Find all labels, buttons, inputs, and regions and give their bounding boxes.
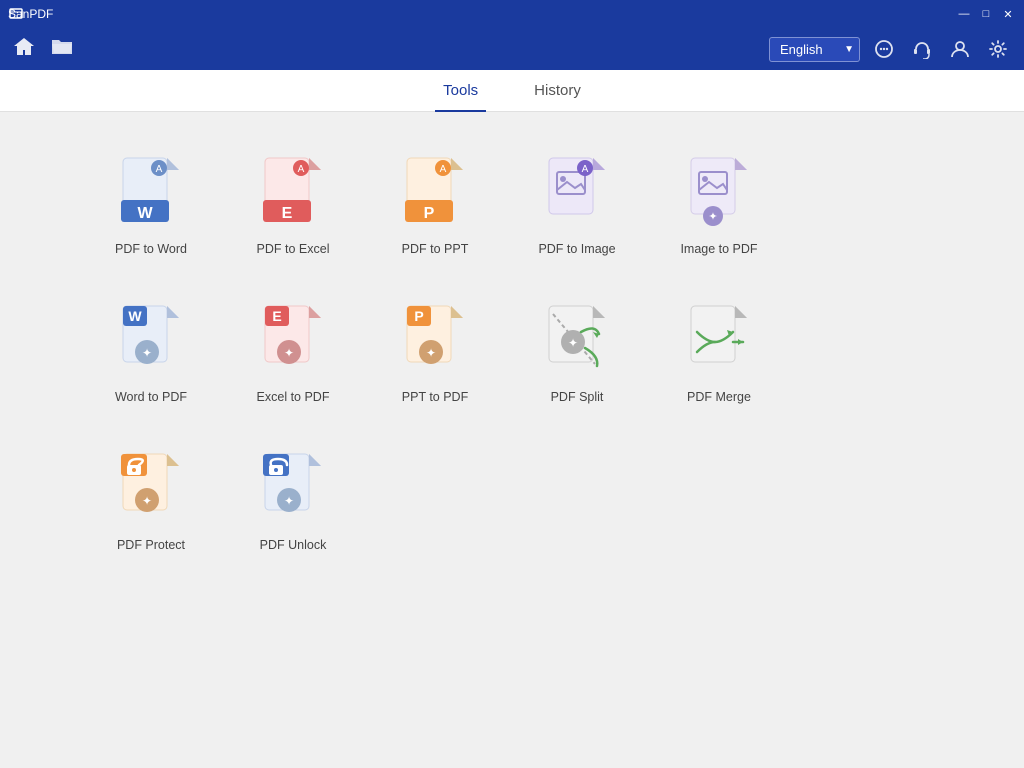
svg-text:A: A [582,164,589,175]
svg-text:W: W [128,308,142,324]
tool-image-to-pdf[interactable]: ✦ Image to PDF [648,142,790,270]
window-icon-btn[interactable] [8,6,24,22]
pdf-split-label: PDF Split [551,390,604,404]
pdf-merge-icon [687,304,751,380]
tool-pdf-to-ppt[interactable]: P A PDF to PPT [364,142,506,270]
settings-icon[interactable] [984,35,1012,63]
pdf-to-image-label: PDF to Image [538,242,615,256]
header-left [12,35,74,63]
language-select[interactable]: English Chinese Japanese Korean French G… [769,37,860,62]
tool-pdf-protect[interactable]: ✦ PDF Protect [80,438,222,566]
tool-ppt-to-pdf[interactable]: P ✦ PPT to PDF [364,290,506,418]
tools-row-3: ✦ PDF Protect [80,438,944,566]
home-icon[interactable] [12,35,36,63]
svg-text:W: W [137,205,153,222]
svg-text:✦: ✦ [426,346,436,360]
tool-excel-to-pdf[interactable]: E ✦ Excel to PDF [222,290,364,418]
svg-text:✦: ✦ [708,211,717,223]
svg-text:✦: ✦ [142,346,152,360]
svg-text:✦: ✦ [568,336,578,350]
pdf-protect-icon: ✦ [119,452,183,528]
excel-to-pdf-label: Excel to PDF [257,390,330,404]
window-controls: — □ ✕ [956,6,1016,22]
svg-text:A: A [298,164,305,175]
account-icon[interactable] [946,35,974,63]
svg-text:✦: ✦ [142,494,152,508]
tools-row-2: W ✦ Word to PDF E [80,290,944,418]
tool-pdf-to-image[interactable]: A PDF to Image [506,142,648,270]
close-button[interactable]: ✕ [1000,6,1016,22]
pdf-unlock-label: PDF Unlock [260,538,327,552]
open-folder-icon[interactable] [50,35,74,63]
pdf-to-word-label: PDF to Word [115,242,187,256]
ppt-to-pdf-icon: P ✦ [403,304,467,380]
tool-word-to-pdf[interactable]: W ✦ Word to PDF [80,290,222,418]
pdf-protect-label: PDF Protect [117,538,185,552]
ppt-to-pdf-label: PPT to PDF [402,390,468,404]
tools-row-1: W A PDF to Word E [80,142,944,270]
image-to-pdf-icon: ✦ [687,156,751,232]
pdf-to-ppt-icon: P A [403,156,467,232]
word-to-pdf-icon: W ✦ [119,304,183,380]
svg-text:A: A [156,164,163,175]
tool-pdf-to-excel[interactable]: E A PDF to Excel [222,142,364,270]
tool-pdf-merge[interactable]: PDF Merge [648,290,790,418]
chat-icon[interactable] [870,35,898,63]
support-icon[interactable] [908,35,936,63]
tool-pdf-unlock[interactable]: ✦ PDF Unlock [222,438,364,566]
titlebar: SanPDF — □ ✕ [0,0,1024,28]
pdf-to-excel-label: PDF to Excel [257,242,330,256]
pdf-to-image-icon: A [545,156,609,232]
maximize-button[interactable]: □ [978,6,994,22]
header-right: English Chinese Japanese Korean French G… [769,35,1012,63]
svg-text:✦: ✦ [284,494,294,508]
pdf-merge-label: PDF Merge [687,390,751,404]
svg-text:P: P [424,205,435,222]
svg-text:✦: ✦ [284,346,294,360]
pdf-split-icon: ✦ [545,304,609,380]
pdf-to-ppt-label: PDF to PPT [402,242,469,256]
svg-text:E: E [272,308,281,324]
image-to-pdf-label: Image to PDF [680,242,757,256]
minimize-button[interactable]: — [956,6,972,22]
tabbar: Tools History [0,70,1024,112]
header: English Chinese Japanese Korean French G… [0,28,1024,70]
tab-history[interactable]: History [526,71,589,112]
svg-text:E: E [282,205,293,222]
tool-pdf-split[interactable]: ✦ PDF Split [506,290,648,418]
svg-text:A: A [440,164,447,175]
tool-pdf-to-word[interactable]: W A PDF to Word [80,142,222,270]
main-content: W A PDF to Word E [0,112,1024,768]
svg-text:P: P [414,308,423,324]
tools-grid: W A PDF to Word E [80,142,944,566]
pdf-to-excel-icon: E A [261,156,325,232]
word-to-pdf-label: Word to PDF [115,390,187,404]
tab-tools[interactable]: Tools [435,71,486,112]
language-selector-wrapper[interactable]: English Chinese Japanese Korean French G… [769,37,860,62]
excel-to-pdf-icon: E ✦ [261,304,325,380]
pdf-to-word-icon: W A [119,156,183,232]
pdf-unlock-icon: ✦ [261,452,325,528]
